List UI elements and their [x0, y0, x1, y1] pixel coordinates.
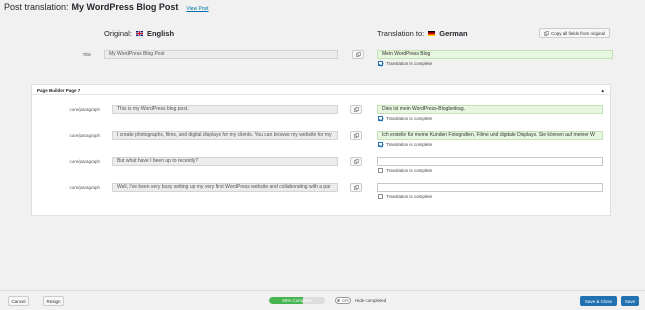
collapse-arrow-icon[interactable]: ▲	[601, 88, 605, 93]
toggle-state: OFF	[342, 298, 349, 303]
complete-label: Translation is complete	[386, 61, 433, 66]
row-complete-checkbox[interactable]: Translation is complete	[378, 168, 432, 173]
page-builder-section: Page Builder Page 7 ▲	[31, 84, 611, 216]
checkbox-icon[interactable]	[378, 61, 383, 66]
translation-heading: Translation to: German	[377, 29, 468, 38]
progress-bar: 60% Complete	[269, 297, 325, 304]
hide-completed-label: Hide completed	[355, 298, 387, 303]
checkbox-icon[interactable]	[378, 116, 383, 121]
title-copy-button[interactable]	[352, 50, 364, 59]
complete-label: Translation is complete	[386, 116, 433, 121]
translation-prefix: Translation to:	[377, 29, 425, 38]
resign-button[interactable]: Resign	[43, 296, 64, 306]
save-button[interactable]: Save	[621, 296, 639, 306]
row-copy-button[interactable]	[350, 157, 362, 166]
row-copy-button[interactable]	[350, 183, 362, 192]
row-original: Well, I've been very busy setting up my …	[112, 183, 338, 192]
row-translation-input[interactable]: Dies ist mein WordPress-Blogbeitrag.	[377, 105, 603, 114]
row-label: core/paragraph	[69, 185, 100, 190]
copy-icon	[353, 185, 359, 190]
row-original: But what have I been up to recently?	[112, 157, 338, 166]
section-title: Page Builder Page 7	[37, 88, 81, 93]
copy-icon	[353, 133, 359, 138]
row-copy-button[interactable]	[350, 131, 362, 140]
title-complete-checkbox[interactable]: Translation is complete	[378, 61, 432, 66]
copy-all-button[interactable]: Copy all fields from original	[539, 28, 611, 38]
copy-icon	[544, 30, 549, 36]
cancel-button[interactable]: Cancel	[8, 296, 29, 306]
title-original: My WordPress Blog Post	[104, 50, 338, 59]
progress-label: 60% Complete	[282, 298, 312, 303]
page-header: Post translation: My WordPress Blog Post…	[4, 2, 209, 14]
row-translation-input[interactable]	[377, 157, 603, 166]
original-heading: Original: English	[104, 29, 174, 38]
row-original: I create photographs, films, and digital…	[112, 131, 338, 140]
copy-icon	[353, 107, 359, 112]
row-translation-input[interactable]	[377, 183, 603, 192]
row-copy-button[interactable]	[350, 105, 362, 114]
uk-flag-icon	[135, 31, 143, 36]
row-original: This is my WordPress blog post.	[112, 105, 338, 114]
original-prefix: Original:	[104, 29, 132, 38]
title-label: Title	[82, 52, 91, 57]
hide-completed-toggle[interactable]: OFF	[335, 297, 351, 304]
row-label: core/paragraph	[69, 133, 100, 138]
complete-label: Translation is complete	[386, 142, 433, 147]
row-complete-checkbox[interactable]: Translation is complete	[378, 194, 432, 199]
row-complete-checkbox[interactable]: Translation is complete	[378, 116, 432, 121]
row-label: core/paragraph	[69, 159, 100, 164]
view-post-link[interactable]: View Post	[186, 6, 208, 12]
copy-icon	[355, 52, 361, 57]
save-close-button[interactable]: Save & Close	[580, 296, 617, 306]
copy-icon	[353, 159, 359, 164]
translation-language: German	[439, 29, 468, 38]
checkbox-icon[interactable]	[378, 168, 383, 173]
section-header[interactable]: Page Builder Page 7 ▲	[32, 85, 610, 95]
footer-bar: Cancel Resign 60% Complete OFF Hide comp…	[0, 290, 645, 310]
title-translation-input[interactable]: Mein WordPress Blog	[377, 50, 613, 59]
complete-label: Translation is complete	[386, 194, 433, 199]
row-translation-input[interactable]: Ich erstelle für meine Kunden Fotografie…	[377, 131, 603, 140]
copy-all-label: Copy all fields from original	[551, 30, 606, 36]
page-title-prefix: Post translation:	[4, 2, 69, 12]
german-flag-icon	[428, 31, 436, 36]
row-label: core/paragraph	[69, 107, 100, 112]
row-complete-checkbox[interactable]: Translation is complete	[378, 142, 432, 147]
page-title: My WordPress Blog Post	[71, 2, 179, 12]
checkbox-icon[interactable]	[378, 194, 383, 199]
checkbox-icon[interactable]	[378, 142, 383, 147]
original-language: English	[146, 29, 175, 38]
complete-label: Translation is complete	[386, 168, 433, 173]
